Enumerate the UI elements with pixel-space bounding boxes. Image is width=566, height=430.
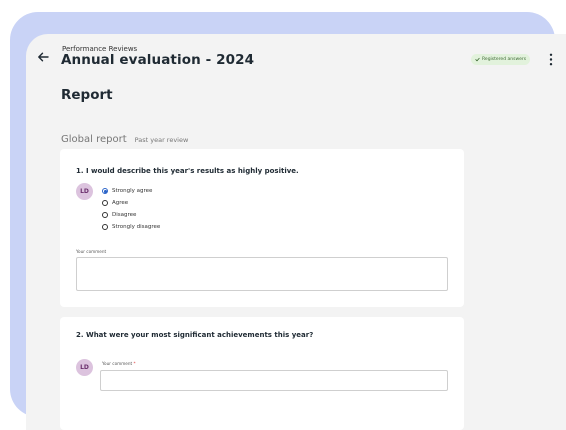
option-label: Disagree [112, 212, 137, 218]
option-strongly-agree[interactable]: Strongly agree [102, 185, 160, 197]
report-subtitle: Past year review [134, 136, 189, 144]
radio-unchecked[interactable] [102, 212, 108, 218]
status-badge: Registered answers [471, 54, 531, 65]
radio-checked[interactable] [102, 188, 108, 194]
comment-input[interactable] [76, 257, 448, 291]
radio-unchecked[interactable] [102, 200, 108, 206]
page-title: Annual evaluation - 2024 [61, 52, 255, 68]
avatar: LD [76, 359, 93, 376]
more-options-button[interactable] [546, 51, 556, 67]
report-heading: Global report Past year review [61, 134, 188, 145]
back-button[interactable] [34, 48, 52, 66]
question-2-label: 2. What were your most significant achie… [76, 331, 314, 339]
comment-field-label-text: Your comment [102, 361, 133, 366]
option-label: Agree [112, 200, 129, 206]
option-strongly-disagree[interactable]: Strongly disagree [102, 221, 160, 233]
question-card-1: 1. I would describe this year's results … [60, 149, 464, 307]
comment-field-label: Your comment [76, 249, 107, 254]
question-card-2: 2. What were your most significant achie… [60, 317, 464, 430]
report-title: Global report [61, 134, 127, 145]
option-label: Strongly disagree [112, 224, 161, 230]
option-label: Strongly agree [112, 188, 153, 194]
status-badge-label: Registered answers [482, 57, 527, 62]
comment-input[interactable] [100, 370, 448, 391]
more-vertical-icon [549, 53, 553, 65]
comment-field-label: Your comment * [102, 361, 136, 366]
option-disagree[interactable]: Disagree [102, 209, 160, 221]
check-icon [475, 57, 480, 62]
avatar: LD [76, 183, 93, 200]
option-agree[interactable]: Agree [102, 197, 160, 209]
required-marker: * [133, 361, 136, 366]
question-1-label: 1. I would describe this year's results … [76, 167, 299, 175]
app-window: Performance Reviews Annual evaluation - … [26, 34, 566, 430]
radio-unchecked[interactable] [102, 224, 108, 230]
question-1-options: Strongly agree Agree Disagree Strongly d… [102, 185, 160, 233]
arrow-left-icon [38, 52, 49, 62]
section-title: Report [61, 87, 113, 103]
